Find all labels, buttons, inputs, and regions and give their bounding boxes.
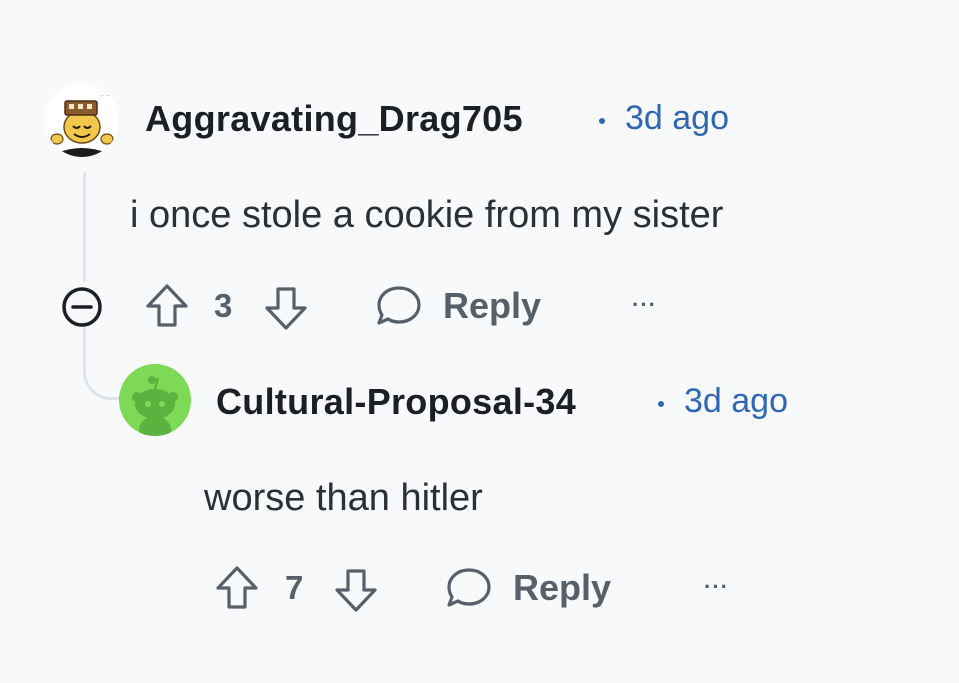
comment-author[interactable]: Aggravating_Drag705 (145, 98, 523, 140)
comment-thread: ·· ·· Aggravating_Drag705 3d ago i once … (0, 0, 959, 683)
comment-timestamp[interactable]: 3d ago (684, 382, 788, 421)
separator-dot (658, 401, 664, 407)
avatar[interactable] (119, 364, 191, 436)
thread-line[interactable] (83, 172, 86, 282)
more-options-icon[interactable]: ··· (704, 574, 729, 600)
comment-body: worse than hitler (204, 477, 483, 519)
more-options-icon[interactable]: ··· (632, 292, 657, 318)
upvote-icon[interactable] (144, 282, 190, 330)
avatar[interactable]: ·· ·· (45, 83, 119, 157)
downvote-icon[interactable] (263, 284, 309, 332)
downvote-icon[interactable] (333, 566, 379, 614)
svg-text:·· ··: ·· ·· (101, 93, 109, 99)
vote-count: 3 (214, 287, 233, 324)
thread-connector (83, 322, 123, 400)
vote-count: 7 (285, 569, 304, 606)
collapse-icon[interactable] (60, 285, 104, 329)
reply-button[interactable]: Reply (443, 285, 541, 327)
comment-body: i once stole a cookie from my sister (130, 194, 724, 236)
snoo-avatar-icon (119, 364, 191, 436)
separator-dot (599, 118, 605, 124)
upvote-icon[interactable] (214, 564, 260, 612)
cartoon-avatar-icon: ·· ·· (45, 83, 119, 157)
reply-button[interactable]: Reply (513, 567, 611, 609)
comment-bubble-icon[interactable] (445, 565, 493, 611)
comment-author[interactable]: Cultural-Proposal-34 (216, 381, 576, 423)
comment-bubble-icon[interactable] (375, 283, 423, 329)
comment-timestamp[interactable]: 3d ago (625, 99, 729, 138)
